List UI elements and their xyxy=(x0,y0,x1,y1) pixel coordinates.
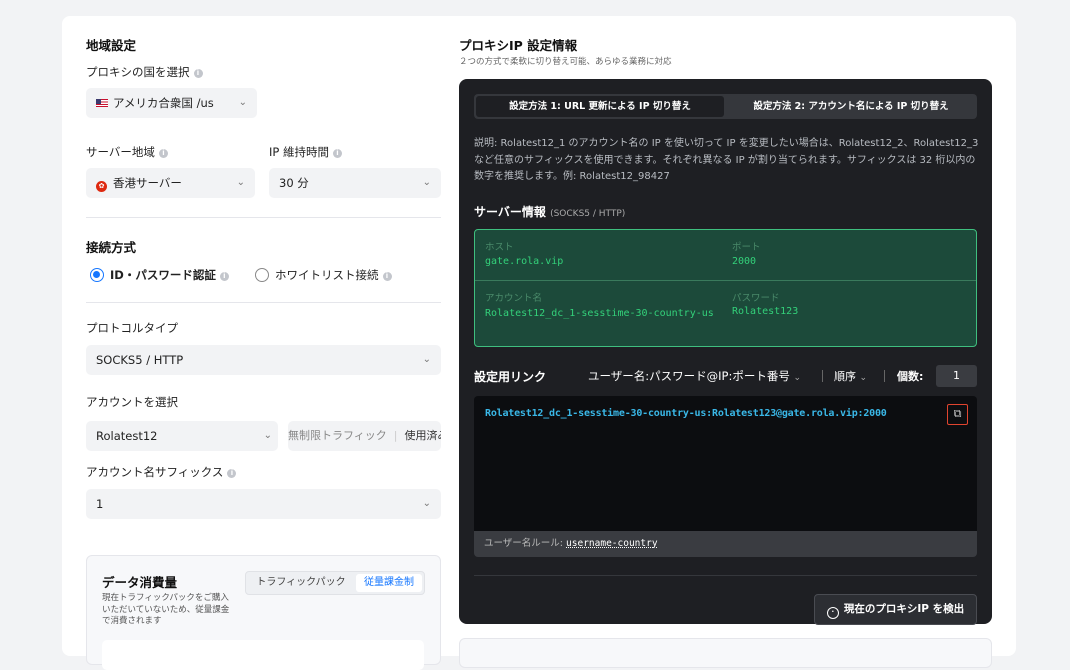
chevron-down-icon: ⌄ xyxy=(263,430,272,441)
radio-id-password[interactable]: ID・パスワード認証 i xyxy=(90,267,229,283)
ip-time-label: IP 維持時間 i xyxy=(269,144,342,160)
server-info-title: サーバー情報 (SOCKS5 / HTTP) xyxy=(474,205,626,219)
info-icon: i xyxy=(332,149,342,158)
link-value[interactable]: Rolatest12_dc_1-sesstime-30-country-us:R… xyxy=(485,408,887,419)
info-icon: i xyxy=(382,272,392,281)
main-card: 地域設定 プロキシの国を選択 i アメリカ合衆国 /us ⌄ サーバー地域 i ✿ 香… xyxy=(62,16,1016,670)
password-value[interactable]: Rolatest123 xyxy=(732,306,798,317)
protocol-select[interactable]: SOCKS5 / HTTP ⌄ xyxy=(86,345,441,375)
account-value: Rolatest12 xyxy=(96,429,158,443)
port-value[interactable]: 2000 xyxy=(732,256,756,267)
server-region-select[interactable]: ✿ 香港サーバー ⌄ xyxy=(86,168,255,198)
info-icon: i xyxy=(193,69,203,78)
tab-pay-as-you-go[interactable]: 従量課金制 xyxy=(356,574,422,592)
port-label: ポート xyxy=(732,242,761,253)
account-label: アカウントを選択 xyxy=(86,395,178,409)
country-select[interactable]: アメリカ合衆国 /us ⌄ xyxy=(86,88,257,118)
proxy-info-subtitle: ２つの方式で柔軟に切り替え可能、あらゆる業務に対応 xyxy=(459,57,672,67)
timer-icon: · xyxy=(826,607,839,619)
info-icon: i xyxy=(227,469,237,478)
method-description: 説明: Rolatest12_1 のアカウント名の IP を使い切って IP を… xyxy=(474,138,979,182)
username-rule: ユーザー名ルール: username-country xyxy=(474,531,977,557)
divider xyxy=(884,370,885,382)
order-select[interactable]: 順序 ⌄ xyxy=(834,368,867,384)
account-name-label: アカウント名 xyxy=(485,293,543,304)
us-flag-icon xyxy=(96,99,108,107)
info-icon: i xyxy=(219,272,229,281)
info-icon: i xyxy=(158,149,168,158)
copy-icon[interactable]: ⧉ xyxy=(947,404,968,425)
method-tabs: 設定方法 1: URL 更新による IP 切り替え 設定方法 2: アカウント名… xyxy=(474,94,977,119)
host-label: ホスト xyxy=(485,242,514,253)
protocol-label: プロトコルタイプ xyxy=(86,321,178,335)
ip-time-select[interactable]: 30 分 ⌄ xyxy=(269,168,441,198)
link-title: 設定用リンク xyxy=(474,370,547,384)
chevron-down-icon: ⌄ xyxy=(422,354,431,365)
chevron-down-icon: ⌄ xyxy=(793,373,802,383)
divider xyxy=(474,575,977,576)
data-content-box xyxy=(102,640,424,670)
chevron-down-icon: ⌄ xyxy=(859,373,868,383)
protocol-value: SOCKS5 / HTTP xyxy=(96,353,184,367)
suffix-value: 1 xyxy=(96,497,104,511)
divider xyxy=(475,280,976,281)
account-select[interactable]: Rolatest12 ⌄ xyxy=(86,421,278,451)
proxy-config-panel: 設定方法 1: URL 更新による IP 切り替え 設定方法 2: アカウント名… xyxy=(459,79,992,625)
country-value: アメリカ合衆国 /us xyxy=(113,96,214,110)
tab-method-2[interactable]: 設定方法 2: アカウント名による IP 切り替え xyxy=(727,96,975,117)
chevron-down-icon: ⌄ xyxy=(422,498,431,509)
server-region-label: サーバー地域 i xyxy=(86,144,168,160)
connection-title: 接続方式 xyxy=(86,240,137,255)
host-value[interactable]: gate.rola.vip xyxy=(485,256,563,267)
detect-proxy-button[interactable]: · 現在のプロキシIP を検出 xyxy=(814,594,977,625)
region-settings-title: 地域設定 xyxy=(86,38,137,53)
ip-time-value: 30 分 xyxy=(279,176,309,190)
radio-unchecked-icon xyxy=(255,268,269,282)
tab-method-1[interactable]: 設定方法 1: URL 更新による IP 切り替え xyxy=(476,96,724,117)
link-output-box: Rolatest12_dc_1-sesstime-30-country-us:R… xyxy=(474,396,977,541)
server-info-box: ホスト gate.rola.vip ポート 2000 アカウント名 Rolate… xyxy=(474,229,977,347)
count-input[interactable]: 1 xyxy=(936,365,977,387)
data-consumption-desc: 現在トラフィックパックをご購入いただいていないため、従量課金で消費されます xyxy=(102,593,230,626)
proxy-info-title: プロキシIP 設定情報 xyxy=(459,38,578,53)
radio-checked-icon xyxy=(90,268,104,282)
divider xyxy=(86,302,441,303)
hk-flag-icon: ✿ xyxy=(96,181,107,192)
password-label: パスワード xyxy=(732,293,780,304)
server-region-value: 香港サーバー xyxy=(113,176,182,190)
tab-traffic-pack[interactable]: トラフィックパック xyxy=(248,574,354,592)
bottom-panel xyxy=(459,638,992,668)
suffix-label: アカウント名サフィックス i xyxy=(86,464,237,480)
account-usage: 無制限トラフィック|使用済み: 0% xyxy=(288,421,441,451)
data-tabs: トラフィックパック 従量課金制 xyxy=(245,571,425,595)
data-consumption-panel: データ消費量 現在トラフィックパックをご購入いただいていないため、従量課金で消費… xyxy=(86,555,441,670)
format-select[interactable]: ユーザー名:パスワード@IP:ポート番号 ⌄ xyxy=(588,368,801,384)
chevron-down-icon: ⌄ xyxy=(422,177,431,188)
count-label: 個数: xyxy=(897,370,924,383)
account-name-value[interactable]: Rolatest12_dc_1-sesstime-30-country-us xyxy=(485,306,721,321)
data-consumption-title: データ消費量 xyxy=(102,575,178,590)
chevron-down-icon: ⌄ xyxy=(236,177,245,188)
divider xyxy=(822,370,823,382)
country-label: プロキシの国を選択 i xyxy=(86,64,203,80)
divider xyxy=(86,217,441,218)
radio-whitelist[interactable]: ホワイトリスト接続 i xyxy=(255,267,392,283)
chevron-down-icon: ⌄ xyxy=(238,97,247,108)
suffix-select[interactable]: 1 ⌄ xyxy=(86,489,441,519)
